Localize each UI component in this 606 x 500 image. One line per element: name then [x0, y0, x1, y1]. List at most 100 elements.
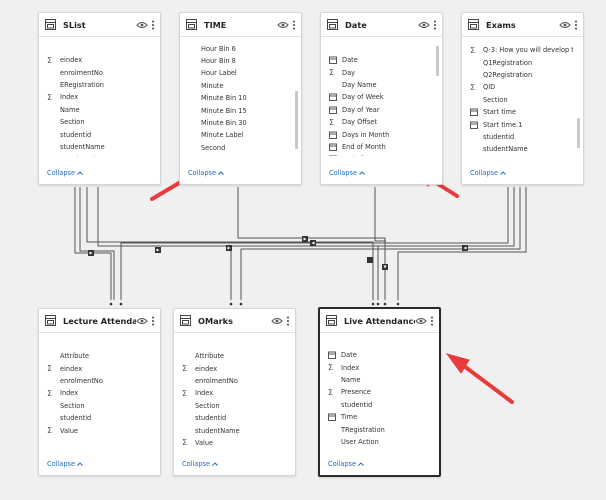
- field-item[interactable]: Σeindex: [39, 54, 150, 66]
- field-item[interactable]: Σ Index: [320, 361, 429, 373]
- field-item[interactable]: TRegistration: [39, 153, 150, 156]
- scrollbar[interactable]: [436, 46, 439, 76]
- field-item[interactable]: Start time.1: [462, 118, 573, 130]
- field-item[interactable]: End of Month: [321, 141, 432, 153]
- field-item[interactable]: studentName: [174, 424, 285, 436]
- scrollbar[interactable]: [295, 91, 298, 149]
- field-item[interactable]: Section: [39, 400, 150, 412]
- field-item[interactable]: Σ Index: [174, 387, 285, 399]
- field-item[interactable]: studentid: [320, 399, 429, 411]
- more-options-icon[interactable]: [286, 316, 290, 326]
- field-item[interactable]: Name: [320, 374, 429, 386]
- table-card-slist[interactable]: SList Σeindex enrolmentNo ERegistration Σ Ind…: [38, 12, 161, 185]
- field-item[interactable]: Minute Bin 10: [180, 92, 291, 104]
- field-item[interactable]: Σeindex: [174, 362, 285, 374]
- collapse-link[interactable]: Collapse: [470, 169, 506, 177]
- field-list[interactable]: Attribute Σeindex enrolmentNo Σ Index Section…: [174, 334, 285, 447]
- table-header[interactable]: Exams: [462, 13, 583, 37]
- eye-icon[interactable]: [271, 317, 283, 325]
- field-item[interactable]: Attribute: [174, 350, 285, 362]
- field-list[interactable]: Hour Bin 4 Hour Bin 6 Hour Bin 8 Hour Label…: [180, 38, 291, 156]
- table-header[interactable]: OMarks: [174, 309, 295, 333]
- table-card-time[interactable]: TIME Hour Bin 4 Hour Bin 6 Hour Bin 8 Hour L…: [179, 12, 302, 185]
- table-card-exams[interactable]: Exams Σ Q-3: How you will develop th... Q1R…: [461, 12, 584, 185]
- eye-icon[interactable]: [415, 317, 427, 325]
- table-header[interactable]: SList: [39, 13, 160, 37]
- field-item[interactable]: Day of Year: [321, 104, 432, 116]
- more-options-icon[interactable]: [430, 316, 434, 326]
- field-item[interactable]: Minute Bin 15: [180, 104, 291, 116]
- field-item[interactable]: enrolmentNo: [39, 375, 150, 387]
- field-item[interactable]: Section: [39, 116, 150, 128]
- more-options-icon[interactable]: [433, 20, 437, 30]
- field-item[interactable]: Time: [320, 411, 429, 423]
- field-item[interactable]: End of Quarter: [321, 153, 432, 156]
- field-list[interactable]: Σeindex enrolmentNo ERegistration Σ Index Nam…: [39, 38, 150, 156]
- collapse-link[interactable]: Collapse: [47, 460, 83, 468]
- field-item[interactable]: studentid: [462, 131, 573, 143]
- field-item[interactable]: Σ Index: [39, 91, 150, 103]
- collapse-link[interactable]: Collapse: [182, 460, 218, 468]
- field-item[interactable]: Hour Label: [180, 67, 291, 79]
- field-item[interactable]: Date: [320, 349, 429, 361]
- field-item[interactable]: Section: [462, 94, 573, 106]
- field-list[interactable]: Date Σ Day Day Name Day of Week Day of Year Σ D…: [321, 38, 432, 156]
- field-item[interactable]: Hour Bin 6: [180, 42, 291, 54]
- eye-icon[interactable]: [418, 21, 430, 29]
- field-item[interactable]: Σ Day: [321, 66, 432, 78]
- field-item[interactable]: Date: [321, 54, 432, 66]
- field-item[interactable]: Minute Bin 30: [180, 117, 291, 129]
- field-item[interactable]: Day of Week: [321, 91, 432, 103]
- field-item[interactable]: Q1Registration: [462, 56, 573, 68]
- collapse-link[interactable]: Collapse: [329, 169, 365, 177]
- collapse-link[interactable]: Collapse: [47, 169, 83, 177]
- field-item[interactable]: Days in Month: [321, 128, 432, 140]
- eye-icon[interactable]: [277, 21, 289, 29]
- scrollbar[interactable]: [577, 118, 580, 148]
- field-item[interactable]: User Action: [320, 436, 429, 447]
- field-item[interactable]: Minute: [180, 80, 291, 92]
- field-item[interactable]: Name: [39, 104, 150, 116]
- field-item[interactable]: Σ Presence: [320, 386, 429, 398]
- field-item[interactable]: ERegistration: [39, 79, 150, 91]
- field-list[interactable]: Date Σ Index Name Σ Presence studentid Time TReg…: [320, 334, 429, 447]
- field-item[interactable]: enrolmentNo: [174, 375, 285, 387]
- field-item[interactable]: Second: [180, 142, 291, 154]
- table-card-date[interactable]: Date Date Σ Day Day Name Day of Week Day of Ye…: [320, 12, 443, 185]
- collapse-link[interactable]: Collapse: [328, 460, 364, 468]
- table-header[interactable]: Live Attendance: [320, 309, 439, 333]
- table-header[interactable]: Lecture Attendance: [39, 309, 160, 333]
- field-item[interactable]: Start time: [462, 106, 573, 118]
- field-item[interactable]: Second Label: [180, 154, 291, 156]
- field-item[interactable]: studentid: [39, 128, 150, 140]
- field-list[interactable]: Σ Q-3: How you will develop th... Q1Regist…: [462, 38, 573, 156]
- field-item[interactable]: Minute Label: [180, 129, 291, 141]
- field-item[interactable]: Q2Registration: [462, 69, 573, 81]
- field-item[interactable]: studentid: [174, 412, 285, 424]
- field-item[interactable]: Attribute: [39, 350, 150, 362]
- field-item[interactable]: Σ Q-3: How you will develop th...: [462, 44, 573, 56]
- field-item[interactable]: Section: [174, 400, 285, 412]
- field-item[interactable]: Σ Day Offset: [321, 116, 432, 128]
- eye-icon[interactable]: [136, 317, 148, 325]
- more-options-icon[interactable]: [151, 20, 155, 30]
- table-card-omarks[interactable]: OMarks Attribute Σeindex enrolmentNo Σ Index S…: [173, 308, 296, 476]
- field-item[interactable]: TRegistration: [320, 423, 429, 435]
- more-options-icon[interactable]: [151, 316, 155, 326]
- eye-icon[interactable]: [136, 21, 148, 29]
- field-item[interactable]: Σ Value: [174, 437, 285, 447]
- collapse-link[interactable]: Collapse: [188, 169, 224, 177]
- table-header[interactable]: TIME: [180, 13, 301, 37]
- field-item[interactable]: Σ Index: [39, 387, 150, 399]
- field-item[interactable]: enrolmentNo: [39, 66, 150, 78]
- field-item[interactable]: Day Name: [321, 79, 432, 91]
- field-item[interactable]: studentid: [39, 412, 150, 424]
- more-options-icon[interactable]: [574, 20, 578, 30]
- more-options-icon[interactable]: [292, 20, 296, 30]
- field-item[interactable]: studentName: [462, 143, 573, 155]
- field-item[interactable]: Σeindex: [39, 362, 150, 374]
- eye-icon[interactable]: [559, 21, 571, 29]
- field-item[interactable]: studentName: [39, 141, 150, 153]
- field-item[interactable]: Hour Bin 8: [180, 55, 291, 67]
- table-card-live[interactable]: Live Attendance Date Σ Index Name Σ Presence st…: [318, 307, 441, 477]
